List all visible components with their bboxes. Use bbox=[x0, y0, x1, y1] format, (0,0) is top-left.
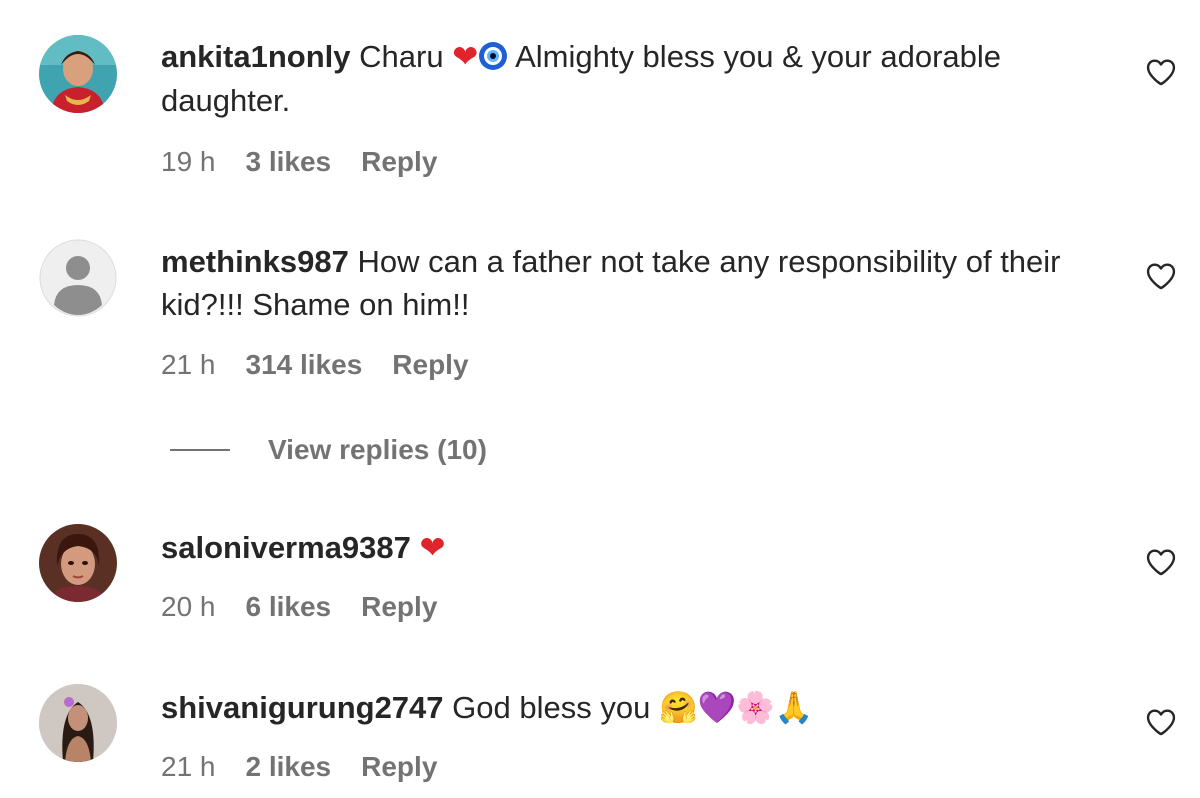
heart-icon[interactable] bbox=[1144, 545, 1178, 579]
heart-icon[interactable] bbox=[1144, 259, 1178, 293]
nazar-amulet-emoji bbox=[478, 40, 508, 70]
hugging-face-emoji: 🤗 bbox=[658, 690, 698, 726]
comment-emoji: 🤗💜🌸🙏 bbox=[659, 690, 813, 726]
folded-hands-emoji: 🙏 bbox=[774, 690, 814, 726]
divider bbox=[170, 449, 230, 451]
comment-time: 21 h bbox=[161, 349, 216, 380]
comment-text: saloniverma9387 ❤ bbox=[161, 526, 1121, 570]
reply-button[interactable]: Reply bbox=[361, 590, 437, 624]
comment-emoji: ❤ bbox=[452, 39, 508, 75]
red-heart-emoji: ❤ bbox=[419, 530, 446, 566]
comment-text: shivanigurung2747 God bless you 🤗💜🌸🙏 bbox=[161, 686, 1121, 730]
heart-icon[interactable] bbox=[1144, 55, 1178, 89]
comment-likes[interactable]: 3 likes bbox=[246, 145, 332, 179]
comment-meta: 21 h 314 likes Reply bbox=[161, 348, 469, 382]
reply-button[interactable]: Reply bbox=[392, 348, 468, 382]
comment-likes[interactable]: 6 likes bbox=[246, 590, 332, 624]
comments-list: ankita1nonly Charu ❤ Almighty bless you … bbox=[0, 0, 1200, 798]
comment-body: Charu bbox=[359, 39, 444, 74]
comment-text: methinks987 How can a father not take an… bbox=[161, 240, 1121, 326]
username[interactable]: ankita1nonly bbox=[161, 39, 351, 74]
comment-meta: 21 h 2 likes Reply bbox=[161, 750, 437, 784]
comment-body: God bless you bbox=[452, 690, 651, 725]
red-heart-emoji: ❤ bbox=[452, 39, 479, 75]
comment-time: 20 h bbox=[161, 591, 216, 622]
comment-likes[interactable]: 2 likes bbox=[246, 750, 332, 784]
heart-icon[interactable] bbox=[1144, 705, 1178, 739]
comment-meta: 19 h 3 likes Reply bbox=[161, 145, 437, 179]
username[interactable]: saloniverma9387 bbox=[161, 530, 411, 565]
avatar[interactable] bbox=[39, 35, 117, 113]
comment-time: 19 h bbox=[161, 146, 216, 177]
reply-button[interactable]: Reply bbox=[361, 750, 437, 784]
comment-text: ankita1nonly Charu ❤ Almighty bless you … bbox=[161, 35, 1121, 122]
avatar[interactable] bbox=[39, 239, 117, 317]
avatar[interactable] bbox=[39, 524, 117, 602]
purple-heart-emoji: 💜 bbox=[697, 690, 737, 726]
username[interactable]: shivanigurung2747 bbox=[161, 690, 444, 725]
comment-meta: 20 h 6 likes Reply bbox=[161, 590, 437, 624]
comment-time: 21 h bbox=[161, 751, 216, 782]
view-replies-button[interactable]: View replies (10) bbox=[170, 432, 487, 468]
view-replies-label: View replies (10) bbox=[268, 434, 487, 465]
reply-button[interactable]: Reply bbox=[361, 145, 437, 179]
cherry-blossom-emoji: 🌸 bbox=[736, 690, 775, 726]
comment-likes[interactable]: 314 likes bbox=[246, 348, 363, 382]
avatar[interactable] bbox=[39, 684, 117, 762]
username[interactable]: methinks987 bbox=[161, 244, 349, 279]
